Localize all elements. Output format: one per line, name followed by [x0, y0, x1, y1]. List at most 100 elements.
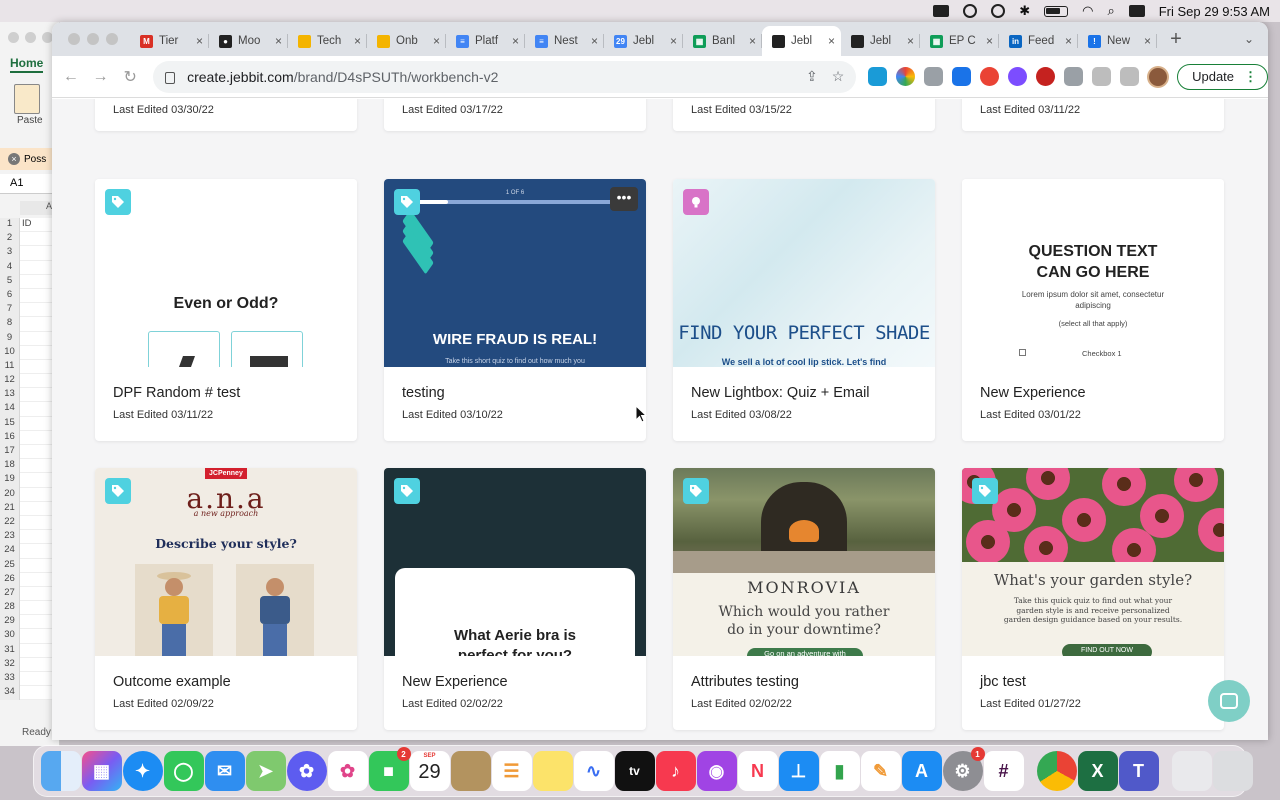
control-center-icon[interactable]: [1128, 5, 1145, 17]
tab-close-icon[interactable]: ×: [749, 34, 756, 48]
minimize-window-button[interactable]: [87, 33, 99, 45]
row-number[interactable]: 2: [0, 232, 20, 247]
contacts-icon[interactable]: [450, 751, 491, 791]
row-number[interactable]: 5: [0, 274, 20, 289]
browser-tab[interactable]: 29 Jebl ×: [604, 26, 683, 56]
row-number[interactable]: 24: [0, 544, 20, 559]
tab-close-icon[interactable]: ×: [1065, 34, 1072, 48]
row-number[interactable]: 18: [0, 459, 20, 474]
row-number[interactable]: 19: [0, 473, 20, 488]
side-panel-icon[interactable]: [1120, 67, 1140, 86]
profile-avatar[interactable]: [1147, 65, 1170, 88]
photos-icon[interactable]: ✿: [327, 751, 368, 791]
experience-card[interactable]: Last Edited 03/11/22: [962, 99, 1224, 131]
browser-tab[interactable]: Tech ×: [288, 26, 367, 56]
row-number[interactable]: 8: [0, 317, 20, 332]
card-thumbnail[interactable]: What Aerie bra is perfect for you?: [384, 468, 646, 656]
row-number[interactable]: 1: [0, 218, 20, 233]
experience-card[interactable]: QUESTION TEXT CAN GO HERE Lorem ipsum do…: [962, 179, 1224, 441]
color-picker-extension-icon[interactable]: [896, 67, 916, 86]
card-title[interactable]: New Experience: [402, 674, 508, 690]
experience-card[interactable]: Last Edited 03/17/22: [384, 99, 646, 131]
forward-arrow-icon[interactable]: →: [86, 68, 116, 86]
mail-icon[interactable]: ✉: [204, 751, 245, 791]
lock-icon[interactable]: [165, 71, 176, 84]
card-extension-icon[interactable]: [952, 67, 972, 86]
row-number[interactable]: 16: [0, 430, 20, 445]
new-tab-button[interactable]: +: [1161, 28, 1191, 51]
more-options-button[interactable]: •••: [610, 187, 638, 211]
card-title[interactable]: Attributes testing: [691, 674, 799, 690]
row-number[interactable]: 33: [0, 672, 20, 687]
row-number[interactable]: 7: [0, 303, 20, 318]
experience-card[interactable]: MONROVIA Which would you rather do in yo…: [673, 468, 935, 730]
wifi-icon[interactable]: ◠: [1082, 3, 1093, 19]
finder-icon[interactable]: [40, 751, 81, 791]
address-bar[interactable]: create.jebbit.com/brand/D4sPSUTh/workben…: [153, 60, 857, 93]
row-number[interactable]: 20: [0, 487, 20, 502]
browser-tab[interactable]: ≡ Platf ×: [446, 26, 525, 56]
browser-tab[interactable]: ● Moo ×: [209, 26, 288, 56]
row-number[interactable]: 13: [0, 388, 20, 403]
row-number[interactable]: 31: [0, 643, 20, 658]
slack-icon[interactable]: #: [983, 751, 1024, 791]
blocker-extension-icon[interactable]: [1036, 67, 1056, 86]
card-thumbnail[interactable]: 1 OF 6 ••• WIRE FRAUD IS REAL! Take this…: [384, 179, 646, 367]
chat-support-button[interactable]: [1208, 680, 1250, 722]
browser-tab[interactable]: M Tier ×: [130, 26, 209, 56]
bluetooth-icon[interactable]: ✱: [1019, 3, 1030, 19]
row-number[interactable]: 34: [0, 686, 20, 701]
row-number[interactable]: 28: [0, 601, 20, 616]
row-number[interactable]: 9: [0, 331, 20, 346]
excel-tab-home[interactable]: Home: [10, 56, 44, 73]
row-number[interactable]: 27: [0, 586, 20, 602]
spotlight-search-icon[interactable]: ⌕: [1107, 3, 1114, 19]
notes-icon[interactable]: [532, 751, 573, 791]
experience-card[interactable]: 1 OF 6 ••• WIRE FRAUD IS REAL! Take this…: [384, 179, 646, 441]
row-number[interactable]: 3: [0, 246, 20, 261]
row-number[interactable]: 10: [0, 345, 20, 360]
tab-close-icon[interactable]: ×: [1144, 34, 1151, 48]
row-number[interactable]: 17: [0, 445, 20, 460]
calendar-icon[interactable]: SEP 29: [409, 751, 450, 791]
experience-card[interactable]: Last Edited 03/30/22: [95, 99, 357, 131]
row-number[interactable]: 14: [0, 402, 20, 417]
row-number[interactable]: 26: [0, 572, 20, 587]
card-title[interactable]: New Experience: [980, 385, 1086, 401]
browser-tab[interactable]: ▦ EP C ×: [920, 26, 999, 56]
tab-close-icon[interactable]: ×: [828, 34, 835, 48]
excel-icon[interactable]: X: [1077, 751, 1118, 791]
facetime-icon[interactable]: ■ 2: [368, 747, 411, 791]
extensions-puzzle-icon[interactable]: [1064, 67, 1084, 86]
browser-tab[interactable]: Jebl ×: [841, 26, 920, 56]
reload-icon[interactable]: ↻: [115, 67, 145, 87]
card-thumbnail[interactable]: What's your garden style? Take this quic…: [962, 468, 1224, 656]
salesforce-extension-icon[interactable]: [868, 67, 888, 86]
row-number[interactable]: 30: [0, 629, 20, 644]
browser-tab[interactable]: ▦ Banl ×: [683, 26, 762, 56]
browser-tab[interactable]: in Feed ×: [999, 26, 1078, 56]
music-icon[interactable]: ♪: [655, 751, 696, 791]
zoom-window-button[interactable]: [106, 33, 118, 45]
tab-close-icon[interactable]: ×: [512, 34, 519, 48]
tab-close-icon[interactable]: ×: [354, 34, 361, 48]
tab-close-icon[interactable]: ×: [275, 34, 282, 48]
excel-background-window[interactable]: Home Paste × Poss A1 A 1 ID 2 3 4 5 6 7 8 9 10 11 12…: [0, 22, 60, 746]
experience-card[interactable]: JCPenney a.n.a a new approach Describe y…: [95, 468, 357, 730]
close-window-button[interactable]: [68, 33, 80, 45]
row-number[interactable]: 21: [0, 501, 20, 516]
browser-tab[interactable]: ≡ Nest ×: [525, 26, 604, 56]
downloads-stack-icon[interactable]: [1171, 751, 1212, 791]
more-menu-icon[interactable]: ⋮: [1244, 69, 1257, 85]
tab-close-icon[interactable]: ×: [670, 34, 677, 48]
update-button[interactable]: Update ⋮: [1177, 63, 1268, 90]
row-number[interactable]: 11: [0, 359, 20, 375]
row-number[interactable]: 15: [0, 416, 20, 431]
row-number[interactable]: 4: [0, 260, 20, 275]
cell-reference-box[interactable]: A1: [0, 174, 60, 194]
card-title[interactable]: DPF Random # test: [113, 385, 240, 401]
card-thumbnail[interactable]: Even or Odd?: [95, 179, 357, 367]
pages-icon[interactable]: ✎: [860, 751, 901, 791]
tab-close-icon[interactable]: ×: [591, 34, 598, 48]
launchpad-icon[interactable]: ▦: [81, 751, 122, 791]
